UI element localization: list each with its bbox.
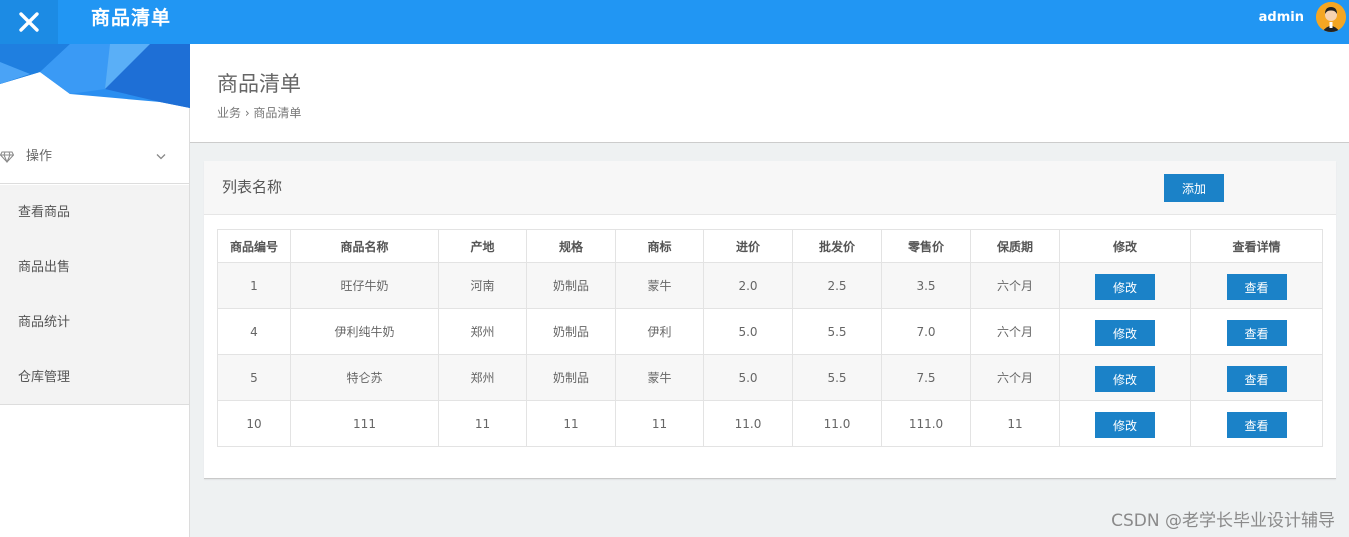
cell-retail: 7.5: [881, 354, 971, 401]
cell-name: 111: [290, 400, 439, 447]
col-header-retail: 零售价: [881, 229, 971, 263]
top-bar: 商品清单 admin: [0, 0, 1349, 44]
col-header-brand: 商标: [615, 229, 704, 263]
cell-shelf-life: 11: [970, 400, 1060, 447]
view-button[interactable]: 查看: [1226, 412, 1287, 438]
cell-wholesale: 11.0: [792, 400, 882, 447]
cell-origin: 河南: [438, 262, 527, 309]
cell-retail: 111.0: [881, 400, 971, 447]
cell-brand: 蒙牛: [615, 262, 704, 309]
cell-name: 特仑苏: [290, 354, 439, 401]
panel-title: 列表名称: [222, 178, 283, 196]
edit-button[interactable]: 修改: [1095, 320, 1155, 346]
col-header-shelf-life: 保质期: [970, 229, 1060, 263]
table-row: 4 伊利纯牛奶 郑州 奶制品 伊利 5.0 5.5 7.0 六个月 修改 查看: [217, 308, 1323, 355]
user-name[interactable]: admin: [1259, 0, 1304, 36]
list-panel: 列表名称 添加 商品编号 商品名称 产地 规格 商标 进价 批发价 零售价 保质…: [204, 161, 1336, 479]
table-row: 5 特仑苏 郑州 奶制品 蒙牛 5.0 5.5 7.5 六个月 修改 查看: [217, 354, 1323, 401]
col-header-edit: 修改: [1059, 229, 1191, 263]
cell-id: 1: [217, 262, 291, 309]
cell-id: 4: [217, 308, 291, 355]
panel-header: 列表名称 添加: [204, 161, 1336, 215]
cell-spec: 奶制品: [526, 354, 616, 401]
user-avatar[interactable]: [1316, 2, 1346, 32]
cell-brand: 伊利: [615, 308, 704, 355]
add-button[interactable]: 添加: [1164, 174, 1224, 202]
cell-id: 5: [217, 354, 291, 401]
table-row: 1 旺仔牛奶 河南 奶制品 蒙牛 2.0 2.5 3.5 六个月 修改 查看: [217, 262, 1323, 309]
cell-details: 查看: [1190, 354, 1323, 401]
sidebar-item-warehouse[interactable]: 仓库管理: [0, 350, 189, 405]
cell-brand: 蒙牛: [615, 354, 704, 401]
cell-details: 查看: [1190, 262, 1323, 309]
cell-cost: 11.0: [703, 400, 793, 447]
watermark: CSDN @老学长毕业设计辅导: [1111, 511, 1335, 531]
view-button[interactable]: 查看: [1226, 366, 1287, 392]
sidebar-item-view-goods[interactable]: 查看商品: [0, 185, 189, 240]
cell-details: 查看: [1190, 400, 1323, 447]
view-button[interactable]: 查看: [1226, 320, 1287, 346]
app-title: 商品清单: [91, 7, 172, 29]
cell-cost: 5.0: [703, 308, 793, 355]
table-row: 10 111 11 11 11 11.0 11.0 111.0 11 修改 查看: [217, 400, 1323, 447]
edit-button[interactable]: 修改: [1095, 274, 1155, 300]
sidebar-banner: [0, 44, 190, 108]
avatar-icon: [1316, 2, 1346, 32]
table-header-row: 商品编号 商品名称 产地 规格 商标 进价 批发价 零售价 保质期 修改 查看详…: [217, 229, 1323, 263]
cell-name: 伊利纯牛奶: [290, 308, 439, 355]
cell-origin: 郑州: [438, 308, 527, 355]
view-button[interactable]: 查看: [1226, 274, 1287, 300]
menu-group-operations[interactable]: 操作: [0, 135, 189, 184]
cell-name: 旺仔牛奶: [290, 262, 439, 309]
col-header-id: 商品编号: [217, 229, 291, 263]
col-header-origin: 产地: [438, 229, 527, 263]
cell-origin: 11: [438, 400, 527, 447]
close-icon: [19, 12, 39, 32]
cell-edit: 修改: [1059, 354, 1191, 401]
goods-table: 商品编号 商品名称 产地 规格 商标 进价 批发价 零售价 保质期 修改 查看详…: [217, 229, 1323, 447]
cell-brand: 11: [615, 400, 704, 447]
col-header-cost: 进价: [703, 229, 793, 263]
cell-origin: 郑州: [438, 354, 527, 401]
cell-wholesale: 5.5: [792, 354, 882, 401]
cell-retail: 3.5: [881, 262, 971, 309]
page-header: 商品清单 业务 › 商品清单: [190, 44, 1349, 143]
col-header-wholesale: 批发价: [792, 229, 882, 263]
cell-details: 查看: [1190, 308, 1323, 355]
cell-spec: 奶制品: [526, 308, 616, 355]
cell-shelf-life: 六个月: [970, 262, 1060, 309]
breadcrumb: 业务 › 商品清单: [217, 106, 302, 120]
cell-wholesale: 5.5: [792, 308, 882, 355]
close-button[interactable]: [0, 0, 58, 44]
col-header-spec: 规格: [526, 229, 616, 263]
cell-shelf-life: 六个月: [970, 308, 1060, 355]
cell-id: 10: [217, 400, 291, 447]
diamond-icon: [0, 151, 14, 163]
cell-wholesale: 2.5: [792, 262, 882, 309]
cell-cost: 5.0: [703, 354, 793, 401]
page-title: 商品清单: [217, 72, 301, 96]
chevron-down-icon: [156, 154, 166, 160]
sidebar: 操作 查看商品 商品出售 商品统计 仓库管理: [0, 44, 190, 537]
sidebar-item-goods-sale[interactable]: 商品出售: [0, 240, 189, 295]
edit-button[interactable]: 修改: [1095, 412, 1155, 438]
cell-retail: 7.0: [881, 308, 971, 355]
cell-spec: 奶制品: [526, 262, 616, 309]
cell-edit: 修改: [1059, 400, 1191, 447]
edit-button[interactable]: 修改: [1095, 366, 1155, 392]
col-header-name: 商品名称: [290, 229, 439, 263]
cell-cost: 2.0: [703, 262, 793, 309]
cell-edit: 修改: [1059, 308, 1191, 355]
submenu: 查看商品 商品出售 商品统计 仓库管理: [0, 185, 189, 405]
cell-shelf-life: 六个月: [970, 354, 1060, 401]
cell-spec: 11: [526, 400, 616, 447]
cell-edit: 修改: [1059, 262, 1191, 309]
menu-group-label: 操作: [26, 149, 53, 164]
sidebar-item-goods-stats[interactable]: 商品统计: [0, 295, 189, 350]
col-header-details: 查看详情: [1190, 229, 1323, 263]
